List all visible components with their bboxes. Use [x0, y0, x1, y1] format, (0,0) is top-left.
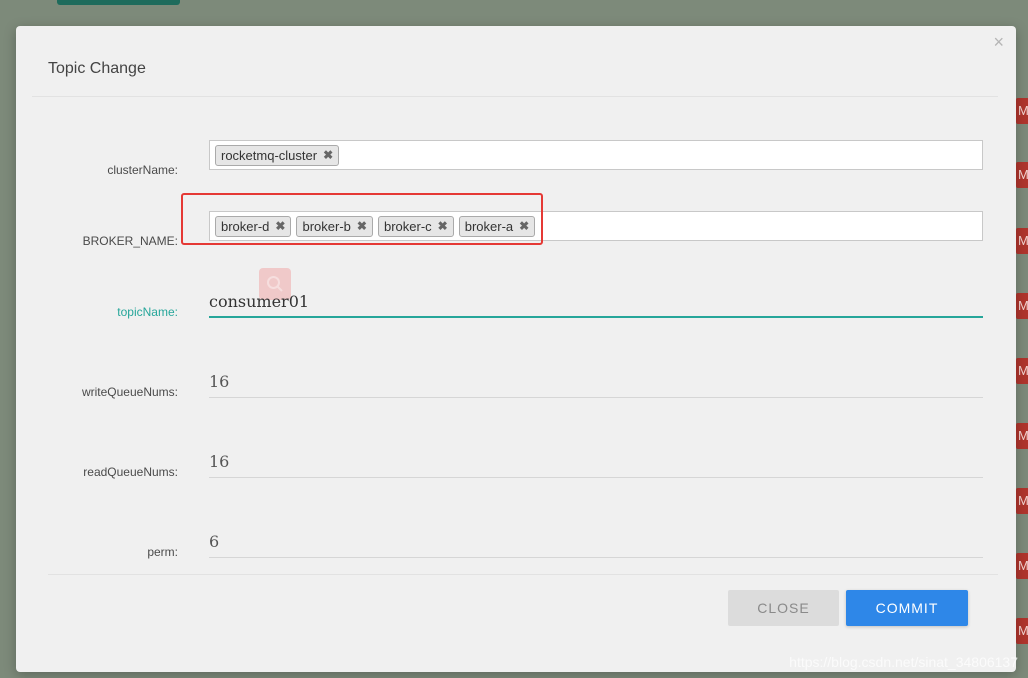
read-queue-nums-input[interactable]: 16 [209, 448, 983, 478]
read-queue-nums-label: readQueueNums: [83, 465, 178, 479]
topic-name-label: topicName: [117, 305, 178, 319]
cluster-tag: rocketmq-cluster ✖ [215, 144, 340, 166]
cluster-name-select[interactable]: rocketmq-cluster ✖ [209, 140, 983, 170]
background-badge: M [1016, 98, 1028, 124]
background-badge: M [1016, 488, 1028, 514]
background-badge: M [1016, 358, 1028, 384]
broker-tag: broker-c ✖ [377, 215, 454, 237]
background-badge: M [1016, 293, 1028, 319]
perm-label: perm: [147, 545, 178, 559]
commit-button[interactable]: COMMIT [846, 590, 968, 626]
write-queue-nums-input[interactable]: 16 [209, 368, 983, 398]
footer-divider [48, 574, 998, 575]
broker-tag: broker-a ✖ [458, 215, 536, 237]
watermark: https://blog.csdn.net/sinat_34806137 [789, 654, 1018, 670]
cluster-name-label: clusterName: [107, 163, 178, 177]
tag-label: broker-c [383, 218, 432, 234]
background-badge: M [1016, 553, 1028, 579]
close-button[interactable]: CLOSE [728, 590, 839, 626]
background-badge: M [1016, 618, 1028, 644]
modal-title: Topic Change [48, 60, 146, 77]
background-badge: M [1016, 423, 1028, 449]
close-icon[interactable]: × [993, 32, 1004, 52]
remove-tag-icon[interactable]: ✖ [438, 219, 448, 233]
title-divider [32, 96, 998, 97]
background-tab [57, 0, 180, 5]
tag-label: broker-a [464, 218, 514, 234]
background-badge: M [1016, 162, 1028, 188]
topic-name-input[interactable]: consumer01 [209, 288, 983, 318]
remove-tag-icon[interactable]: ✖ [357, 219, 367, 233]
topic-change-modal: × Topic Change clusterName: rocketmq-clu… [16, 26, 1016, 672]
remove-tag-icon[interactable]: ✖ [323, 148, 333, 162]
remove-tag-icon[interactable]: ✖ [275, 219, 285, 233]
broker-name-select[interactable]: broker-d ✖ broker-b ✖ broker-c ✖ broker-… [209, 211, 983, 241]
tag-label: rocketmq-cluster [221, 147, 318, 163]
broker-tag: broker-b ✖ [296, 215, 373, 237]
tag-label: broker-b [302, 218, 351, 234]
remove-tag-icon[interactable]: ✖ [519, 219, 529, 233]
broker-tag: broker-d ✖ [215, 215, 292, 237]
tag-label: broker-d [221, 218, 270, 234]
background-badge: M [1016, 228, 1028, 254]
broker-name-label: BROKER_NAME: [82, 234, 178, 248]
perm-input[interactable]: 6 [209, 528, 983, 558]
write-queue-nums-label: writeQueueNums: [81, 385, 178, 399]
